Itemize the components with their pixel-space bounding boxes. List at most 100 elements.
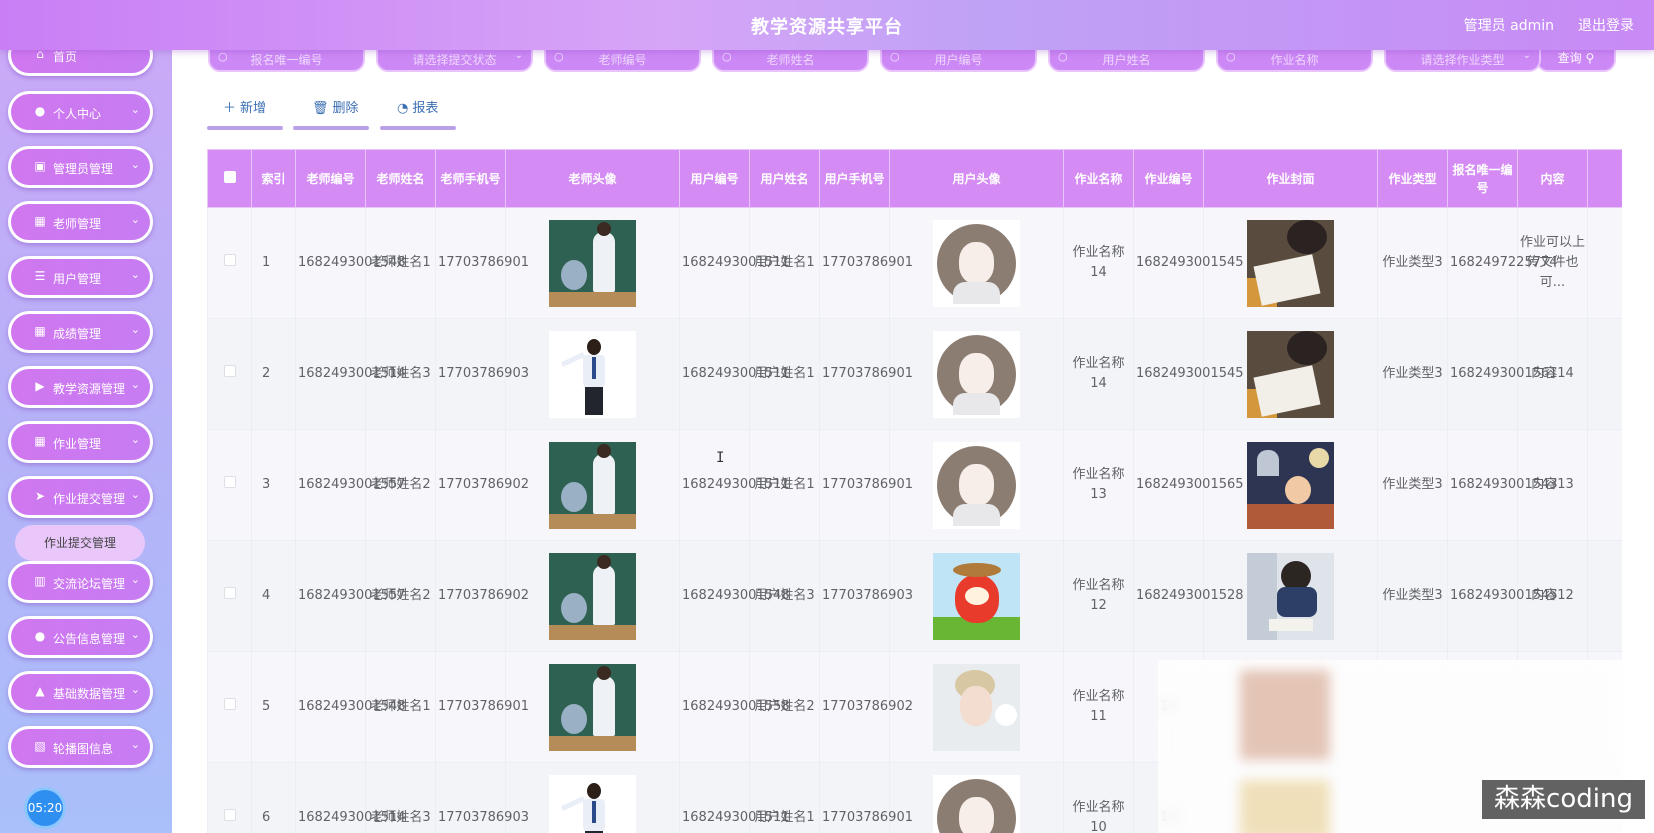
- table-row[interactable]: 3 1682493001557 老师姓名2 17703786902 1682493001…: [207, 429, 1622, 541]
- row-index: 1: [251, 207, 296, 319]
- column-header: 用户姓名: [749, 149, 820, 208]
- cell-hw-no: 1682493001545: [1133, 207, 1244, 319]
- table-row[interactable]: 4 1682493001557 老师姓名2 17703786902 1682493001…: [207, 540, 1622, 652]
- sidebar-item-2[interactable]: ▣ 管理员管理 ⌄: [8, 146, 153, 188]
- column-header: 老师头像: [505, 149, 680, 208]
- cell-hw-type: 作业类型3: [1377, 318, 1448, 430]
- cell-user-name: 用户姓名2: [749, 651, 820, 763]
- user-icon: ●: [34, 104, 46, 118]
- cell-user-no: 1682493001558: [679, 651, 790, 763]
- cell-hw-type: 作业类型3: [1377, 207, 1448, 319]
- search-placeholder: 请选择提交状态: [412, 53, 497, 67]
- cell-spacer: [1587, 207, 1622, 319]
- sidebar-item-3[interactable]: ▦ 老师管理 ⌄: [8, 201, 153, 243]
- cell-reg-no: 1682493001561: [1447, 318, 1558, 430]
- cell-hw-name: 作业名称14: [1063, 207, 1134, 319]
- sidebar-item-label: 首页: [53, 50, 78, 64]
- cell-hw-no: 1682493001528: [1133, 540, 1244, 652]
- row-checkbox[interactable]: [207, 651, 252, 763]
- table-header-row: 索引 老师编号 老师姓名 老师手机号 老师头像 用户编号 用户姓名 用户手机号 用户头像 作业名称…: [207, 149, 1622, 208]
- table-row[interactable]: 1 1682493001548 老师姓名1 17703786901 1682493001…: [207, 207, 1622, 319]
- send-icon: ➤: [34, 489, 46, 503]
- cell-reg-no: 1682493001545: [1447, 540, 1558, 652]
- cell-reg-no: 1682497225774: [1447, 207, 1558, 319]
- column-header: 作业类型: [1377, 149, 1448, 208]
- row-index: 4: [251, 540, 296, 652]
- chevron-down-icon: ⌄: [130, 683, 140, 696]
- column-header: 用户编号: [679, 149, 750, 208]
- sidebar-item-10[interactable]: ● 公告信息管理 ⌄: [8, 616, 153, 658]
- logout-button[interactable]: 退出登录: [1578, 15, 1634, 35]
- sidebar-item-label: 用户管理: [53, 272, 102, 286]
- user-avatar-image: [889, 651, 1064, 763]
- teacher-avatar-image: [505, 762, 680, 833]
- sidebar-item-7[interactable]: ▦ 作业管理 ⌄: [8, 421, 153, 463]
- cell-user-no: 1682493001511: [679, 762, 790, 833]
- sidebar-item-9[interactable]: ▥ 交流论坛管理 ⌄: [8, 561, 153, 603]
- teacher-avatar-image: [505, 651, 680, 763]
- app-title: 教学资源共享平台: [751, 17, 903, 38]
- row-index: 2: [251, 318, 296, 430]
- cell-user-no: 1682493001548: [679, 540, 790, 652]
- cell-spacer: [1587, 318, 1622, 430]
- row-checkbox[interactable]: [207, 540, 252, 652]
- sidebar-item-label: 轮播图信息: [53, 742, 114, 756]
- cell-teacher-name: 老师姓名2: [365, 540, 436, 652]
- plus-icon: ＋: [223, 101, 237, 116]
- search-icon: ⚲: [1585, 51, 1595, 65]
- sidebar-item-11[interactable]: ▲ 基础数据管理 ⌄: [8, 671, 153, 713]
- sidebar-item-12[interactable]: ▧ 轮播图信息 ⌄: [8, 726, 153, 768]
- cell-hw-name: 作业名称10: [1063, 762, 1134, 833]
- column-header: 作业封面: [1203, 149, 1378, 208]
- row-checkbox[interactable]: [207, 318, 252, 430]
- cell-reg-no: 1682493001543: [1447, 429, 1558, 541]
- select-all-checkbox[interactable]: [207, 149, 252, 208]
- column-header: 报名唯一编号: [1447, 149, 1518, 208]
- teacher-avatar-image: [505, 318, 680, 430]
- cell-teacher-phone: 17703786903: [435, 318, 529, 430]
- cell-teacher-phone: 17703786901: [435, 651, 529, 763]
- pie-chart-icon: ◔: [397, 101, 409, 116]
- submenu-item-homework-submission[interactable]: 作业提交管理: [15, 525, 145, 561]
- delete-button[interactable]: 🗑 删除: [293, 100, 369, 130]
- row-checkbox[interactable]: [207, 762, 252, 833]
- column-header: 用户手机号: [819, 149, 890, 208]
- report-button[interactable]: ◔ 报表: [380, 100, 456, 130]
- chevron-down-icon: ⌄: [130, 268, 140, 281]
- user-avatar-image: [889, 762, 1064, 833]
- sidebar-item-5[interactable]: ▦ 成绩管理 ⌄: [8, 311, 153, 353]
- user-avatar-image: [889, 540, 1064, 652]
- teacher-avatar-image: [505, 207, 680, 319]
- cell-teacher-no: 1682493001548: [295, 651, 406, 763]
- sidebar-item-0[interactable]: ⌂ 首页: [8, 50, 153, 76]
- cell-teacher-phone: 17703786902: [435, 429, 529, 541]
- chevron-down-icon: ⌄: [130, 213, 140, 226]
- cell-teacher-name: 老师姓名1: [365, 651, 436, 763]
- sidebar-item-4[interactable]: ☰ 用户管理 ⌄: [8, 256, 153, 298]
- row-checkbox[interactable]: [207, 429, 252, 541]
- cell-hw-name: 作业名称12: [1063, 540, 1134, 652]
- table-row[interactable]: 2 1682493001514 老师姓名3 17703786903 1682493001…: [207, 318, 1622, 430]
- video-icon: ▶: [35, 379, 45, 393]
- sidebar-item-6[interactable]: ▶ 教学资源管理 ⌄: [8, 366, 153, 408]
- cell-hw-name: 作业名称14: [1063, 318, 1134, 430]
- row-checkbox[interactable]: [207, 207, 252, 319]
- cell-user-phone: 17703786901: [819, 318, 913, 430]
- list-icon: ☰: [34, 269, 46, 283]
- cell-user-phone: 17703786902: [819, 651, 913, 763]
- cell-user-name: 用户姓名3: [749, 540, 820, 652]
- cell-hw-name: 作业名称11: [1063, 651, 1134, 763]
- cell-teacher-name: 老师姓名2: [365, 429, 436, 541]
- chevron-down-icon: ⌄: [130, 158, 140, 171]
- add-button[interactable]: ＋新增: [207, 100, 283, 130]
- sidebar-item-8[interactable]: ➤ 作业提交管理 ⌄: [8, 476, 153, 518]
- column-header: 老师编号: [295, 149, 366, 208]
- clock-badge: 05:20: [24, 787, 66, 829]
- cell-teacher-no: 1682493001514: [295, 318, 406, 430]
- cell-user-phone: 17703786901: [819, 207, 913, 319]
- cell-user-name: 用户姓名1: [749, 318, 820, 430]
- chevron-down-icon: ⌄: [130, 103, 140, 116]
- sidebar-item-1[interactable]: ● 个人中心 ⌄: [8, 91, 153, 133]
- cell-teacher-no: 1682493001514: [295, 762, 406, 833]
- cell-spacer: [1587, 429, 1622, 541]
